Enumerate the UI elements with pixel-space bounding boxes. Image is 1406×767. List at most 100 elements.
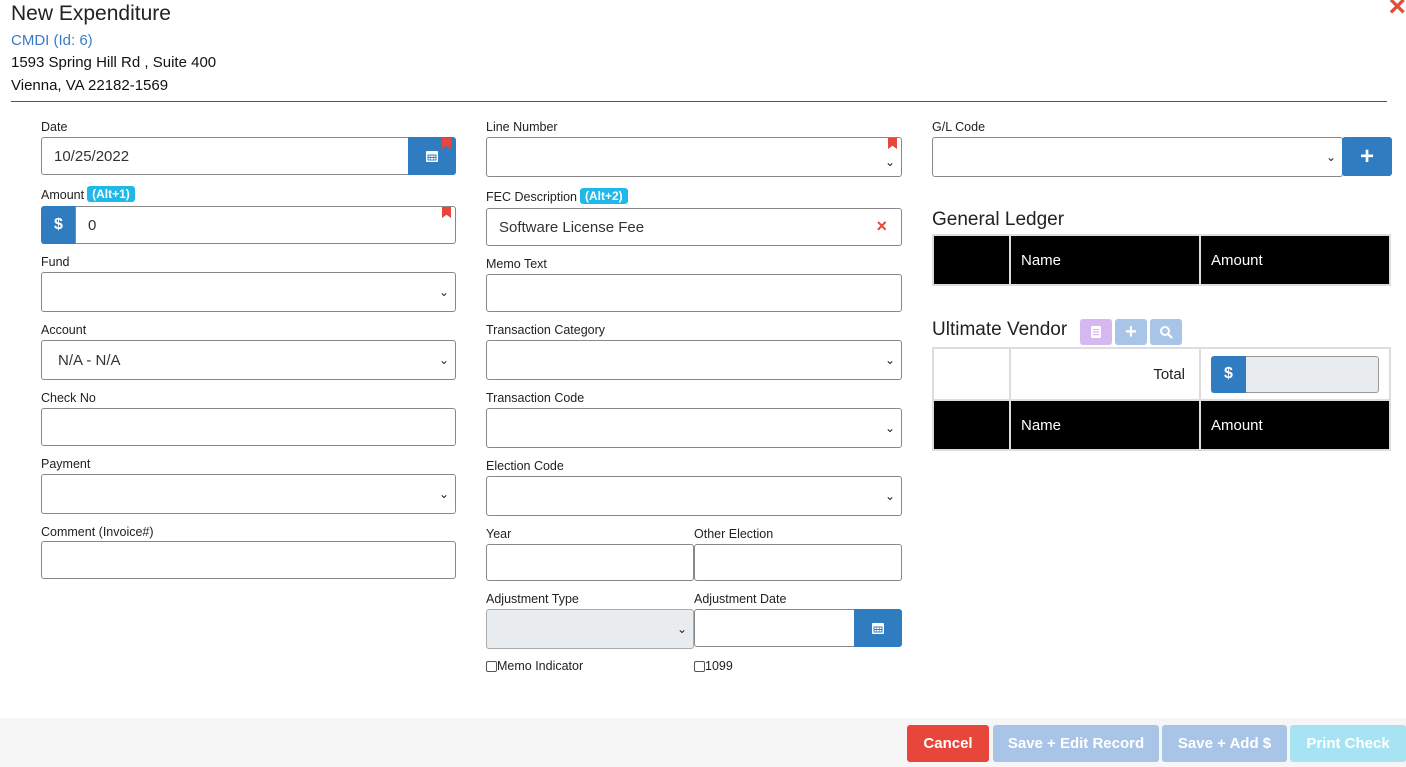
amount-input[interactable]: 0 (75, 206, 456, 244)
amount-value: 0 (88, 216, 97, 234)
general-ledger-header-name: Name (1009, 234, 1201, 286)
cancel-button[interactable]: Cancel (907, 725, 989, 762)
vendor-total-input (1246, 355, 1379, 393)
memo-text-input[interactable] (486, 274, 902, 312)
amount-shortcut-badge: (Alt+1) (87, 186, 135, 202)
fec-description-value: Software License Fee (499, 218, 645, 236)
plus-icon: + (1125, 320, 1137, 343)
fec-description-input[interactable]: Software License Fee × (486, 208, 902, 246)
transaction-code-label: Transaction Code (486, 391, 585, 405)
adjustment-date-label: Adjustment Date (694, 592, 787, 606)
ultimate-vendor-title: Ultimate Vendor (932, 319, 1068, 340)
amount-label-text: Amount (41, 188, 85, 202)
ultimate-vendor-total-row: Total $ (932, 347, 1391, 401)
chevron-down-icon: ⌄ (884, 489, 895, 503)
fec-description-label: FEC Description (Alt+2) (486, 188, 628, 204)
address-line-2: Vienna, VA 22182-1569 (11, 77, 169, 94)
amount-currency-addon: $ (41, 206, 76, 244)
form-1099-checkbox[interactable] (694, 660, 705, 672)
vendor-total-input-group: $ (1211, 355, 1379, 393)
chevron-down-icon: ⌄ (676, 622, 687, 636)
chevron-down-icon: ⌄ (1325, 150, 1336, 164)
vendor-search-button[interactable] (1150, 319, 1182, 345)
save-edit-record-button[interactable]: Save + Edit Record (993, 725, 1159, 762)
year-label: Year (486, 527, 512, 541)
fec-description-label-text: FEC Description (486, 190, 577, 204)
adjustment-date-picker-button[interactable] (854, 609, 902, 647)
payment-label: Payment (41, 457, 91, 471)
general-ledger-header-amount: Amount (1199, 234, 1391, 286)
check-no-input[interactable] (41, 408, 456, 446)
vendor-total-currency: $ (1211, 355, 1246, 393)
memo-indicator-field: Memo Indicator (486, 659, 583, 673)
memo-indicator-label: Memo Indicator (497, 659, 584, 673)
comment-label: Comment (Invoice#) (41, 525, 154, 539)
line-number-label: Line Number (486, 120, 558, 134)
general-ledger-table: Name Amount (932, 234, 1391, 286)
ultimate-vendor-header-row: Name Amount (932, 399, 1391, 451)
organization-link[interactable]: CMDI (Id: 6) (11, 32, 93, 49)
general-ledger-header-blank (932, 234, 1011, 286)
ultimate-vendor-table: Total $ Name Amount (932, 347, 1391, 451)
calendar-icon (872, 623, 884, 634)
date-value: 10/25/2022 (54, 147, 130, 165)
date-label: Date (41, 120, 68, 134)
ultimate-vendor-header-name: Name (1009, 399, 1201, 451)
general-ledger-title: General Ledger (932, 209, 1065, 230)
date-input[interactable]: 10/25/2022 (41, 137, 409, 175)
election-code-label: Election Code (486, 459, 564, 473)
chevron-down-icon: ⌄ (884, 353, 895, 367)
other-election-input[interactable] (694, 544, 902, 581)
payment-select[interactable]: ⌄ (41, 474, 456, 514)
fec-shortcut-badge: (Alt+2) (580, 188, 628, 204)
general-ledger-header-row: Name Amount (932, 234, 1391, 286)
chevron-down-icon: ⌄ (884, 154, 895, 169)
page-title: New Expenditure (11, 2, 171, 25)
transaction-category-label: Transaction Category (486, 323, 606, 337)
adjustment-type-select[interactable]: ⌄ (486, 609, 694, 649)
election-code-select[interactable]: ⌄ (486, 476, 902, 516)
fund-select[interactable]: ⌄ (41, 272, 456, 312)
transaction-category-select[interactable]: ⌄ (486, 340, 902, 380)
vendor-total-cell: $ (1199, 347, 1391, 401)
comment-input[interactable] (41, 541, 456, 579)
vendor-list-button[interactable] (1080, 319, 1112, 345)
other-election-label: Other Election (694, 527, 774, 541)
form-1099-label: 1099 (705, 659, 733, 673)
close-icon[interactable]: × (1388, 0, 1406, 22)
add-gl-code-button[interactable]: + (1342, 137, 1392, 176)
chevron-down-icon: ⌄ (438, 353, 449, 367)
fund-label: Fund (41, 255, 70, 269)
vendor-add-button[interactable]: + (1115, 319, 1147, 345)
gl-code-select[interactable]: ⌄ (932, 137, 1343, 177)
check-no-label: Check No (41, 391, 96, 405)
gl-code-label: G/L Code (932, 120, 986, 134)
chevron-down-icon: ⌄ (884, 421, 895, 435)
plus-icon: + (1359, 142, 1374, 170)
search-icon (1160, 326, 1173, 339)
chevron-down-icon: ⌄ (438, 285, 449, 299)
ultimate-vendor-header-amount: Amount (1199, 399, 1391, 451)
save-add-button[interactable]: Save + Add $ (1162, 725, 1287, 762)
line-number-select[interactable]: ⌄ (486, 137, 902, 177)
vendor-total-blank (932, 347, 1011, 401)
print-check-button[interactable]: Print Check (1290, 725, 1406, 762)
clear-icon[interactable]: × (876, 216, 887, 237)
form-1099-field: 1099 (694, 659, 733, 673)
header-divider (11, 101, 1387, 102)
ultimate-vendor-header-blank (932, 399, 1011, 451)
memo-indicator-checkbox[interactable] (486, 660, 497, 672)
vendor-total-label: Total (1009, 347, 1201, 401)
calendar-icon (426, 151, 438, 162)
adjustment-type-label: Adjustment Type (486, 592, 579, 606)
adjustment-date-input[interactable] (694, 609, 855, 647)
chevron-down-icon: ⌄ (438, 487, 449, 501)
year-input[interactable] (486, 544, 694, 581)
account-value: N/A - N/A (58, 351, 121, 369)
account-label: Account (41, 323, 87, 337)
transaction-code-select[interactable]: ⌄ (486, 408, 902, 448)
account-select[interactable]: N/A - N/A ⌄ (41, 340, 456, 380)
list-icon (1091, 326, 1101, 338)
amount-label: Amount (Alt+1) (41, 186, 135, 202)
memo-text-label: Memo Text (486, 257, 547, 271)
